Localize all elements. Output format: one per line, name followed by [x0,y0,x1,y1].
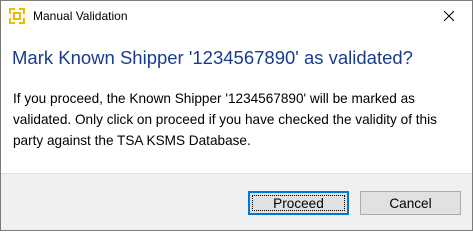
main-instruction: Mark Known Shipper '1234567890' as valid… [12,47,413,68]
proceed-button-label: Proceed [273,195,324,211]
cancel-button[interactable]: Cancel [360,191,461,215]
button-bar: Proceed Cancel [1,173,472,230]
title-bar[interactable]: Manual Validation [1,1,472,32]
app-logo-icon [9,8,25,24]
close-button[interactable] [426,1,472,32]
dialog-window: Manual Validation Mark Known Shipper '12… [0,0,473,231]
window-title: Manual Validation [33,9,128,23]
proceed-button[interactable]: Proceed [248,191,349,215]
dialog-content: Mark Known Shipper '1234567890' as valid… [1,32,472,173]
cancel-button-label: Cancel [389,195,432,211]
dialog-message: If you proceed, the Known Shipper '12345… [13,91,437,148]
close-icon [443,8,455,26]
